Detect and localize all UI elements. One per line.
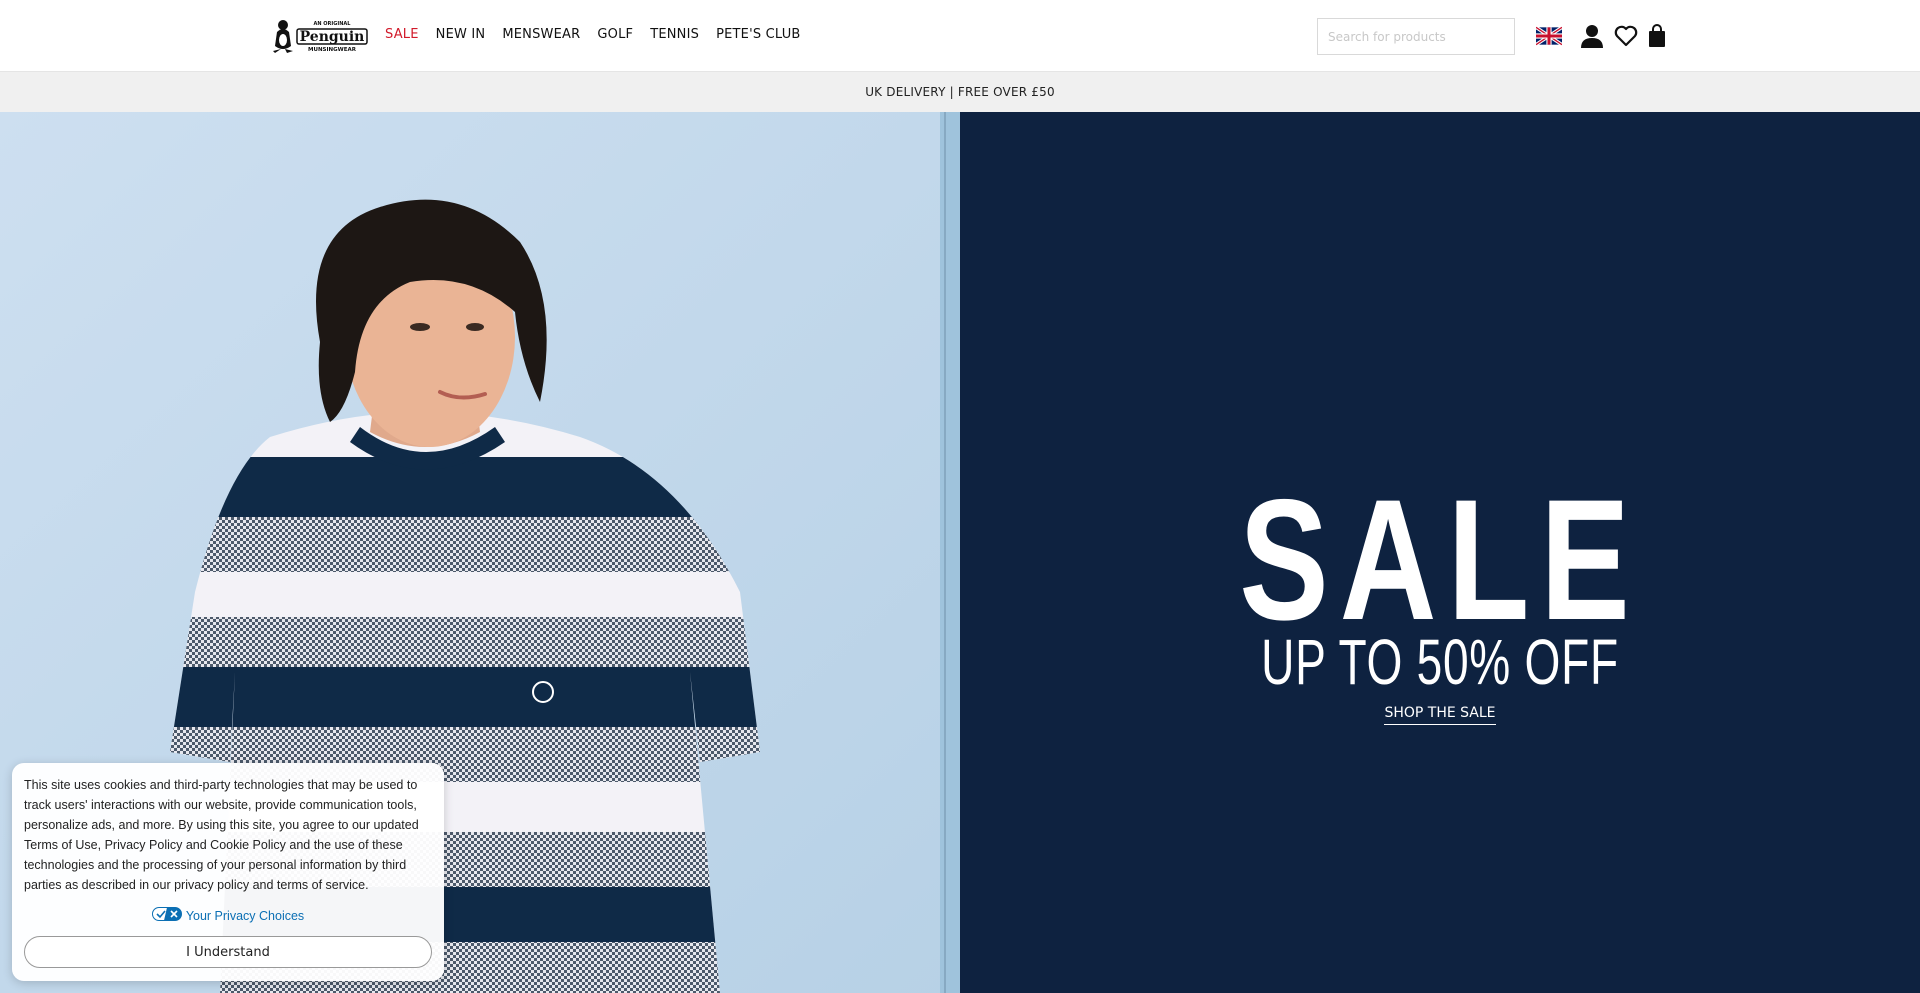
wishlist-heart-icon[interactable] bbox=[1612, 22, 1640, 50]
penguin-logo[interactable]: AN ORIGINAL Penguin MUNSINGWEAR bbox=[271, 18, 369, 54]
delivery-promo-banner: UK DELIVERY | FREE OVER £50 bbox=[0, 72, 1920, 112]
account-icon[interactable] bbox=[1578, 22, 1606, 50]
nav-new-in[interactable]: NEW IN bbox=[436, 27, 486, 42]
nav-petes-club[interactable]: PETE'S CLUB bbox=[716, 27, 800, 42]
sale-hero-panel: SALE UP TO 50% OFF SHOP THE SALE bbox=[960, 112, 1920, 993]
cookie-consent-banner: This site uses cookies and third-party t… bbox=[12, 763, 444, 981]
i-understand-button[interactable]: I Understand bbox=[24, 936, 432, 968]
privacy-choices-label: Your Privacy Choices bbox=[185, 908, 305, 923]
site-header: AN ORIGINAL Penguin MUNSINGWEAR SALE NEW… bbox=[0, 0, 1920, 72]
sale-subheadline: UP TO 50% OFF bbox=[1261, 626, 1619, 698]
svg-text:MUNSINGWEAR: MUNSINGWEAR bbox=[308, 47, 357, 53]
uk-flag-icon[interactable] bbox=[1535, 22, 1563, 50]
nav-sale[interactable]: SALE bbox=[385, 27, 419, 42]
shop-the-sale-link-wrap: SHOP THE SALE bbox=[960, 704, 1920, 725]
sale-headline: SALE bbox=[1239, 464, 1641, 656]
svg-text:Penguin: Penguin bbox=[300, 29, 365, 45]
shop-the-sale-link[interactable]: SHOP THE SALE bbox=[1384, 705, 1496, 725]
search-input[interactable] bbox=[1317, 18, 1515, 55]
cookie-consent-text: This site uses cookies and third-party t… bbox=[24, 778, 419, 892]
privacy-choices-link[interactable]: Your Privacy Choices bbox=[24, 907, 432, 924]
promo-text: UK DELIVERY | FREE OVER £50 bbox=[865, 85, 1055, 99]
svg-text:AN ORIGINAL: AN ORIGINAL bbox=[314, 21, 352, 27]
shopping-bag-icon[interactable] bbox=[1643, 22, 1671, 50]
privacy-toggle-icon bbox=[151, 907, 182, 924]
nav-menswear[interactable]: MENSWEAR bbox=[502, 27, 580, 42]
nav-golf[interactable]: GOLF bbox=[597, 27, 633, 42]
nav-tennis[interactable]: TENNIS bbox=[650, 27, 699, 42]
main-nav: SALE NEW IN MENSWEAR GOLF TENNIS PETE'S … bbox=[385, 27, 801, 42]
